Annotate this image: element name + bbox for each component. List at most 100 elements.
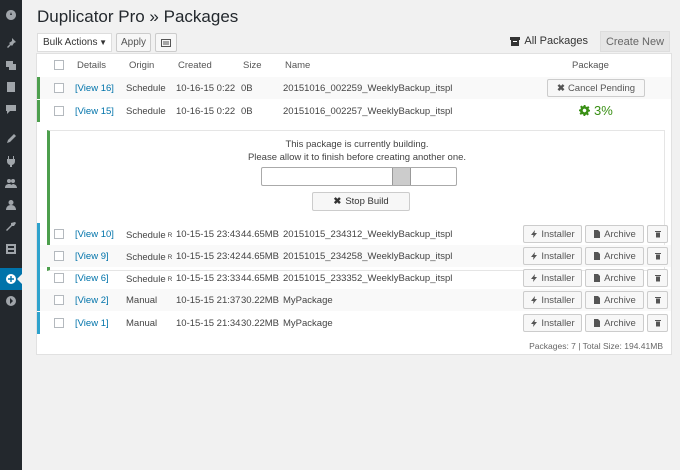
build-progress-indicator: 3% [579, 103, 613, 118]
trash-icon [654, 320, 661, 327]
users-icon[interactable] [4, 176, 18, 190]
view-details-link[interactable]: [View 6] [75, 267, 109, 289]
row-checkbox[interactable] [54, 318, 64, 328]
header-name[interactable]: Name [285, 54, 310, 76]
row-checkbox[interactable] [54, 229, 64, 239]
packages-table: Details Origin Created Size Name Package… [36, 53, 672, 355]
installer-button[interactable]: Installer [523, 291, 582, 309]
row-checkbox[interactable] [54, 83, 64, 93]
origin-label: Manual [126, 317, 158, 329]
installer-label: Installer [541, 228, 575, 240]
cancel-pending-button[interactable]: ✖ Cancel Pending [547, 79, 645, 97]
apply-button[interactable]: Apply [116, 33, 151, 52]
view-details-link[interactable]: [View 16] [75, 77, 114, 99]
header-created[interactable]: Created [178, 54, 212, 76]
recurring-marker: R [167, 275, 173, 283]
row-checkbox[interactable] [54, 106, 64, 116]
columns-button[interactable] [155, 33, 177, 52]
packages-summary: Packages: 7 | Total Size: 194.41MB [529, 341, 663, 351]
view-details-link[interactable]: [View 1] [75, 312, 109, 334]
archive-box-icon [510, 37, 521, 46]
row-checkbox[interactable] [54, 295, 64, 305]
build-progress-percent: 3% [594, 103, 613, 118]
all-packages-link[interactable]: All Packages [510, 35, 588, 47]
installer-label: Installer [541, 294, 575, 306]
table-row: [View 10] Schedule R 10-15-15 23:43 44.65… [37, 223, 671, 245]
bulk-actions-select[interactable]: Bulk Actions ▼ [37, 33, 112, 52]
size-cell: 0B [241, 105, 253, 117]
created-cell: 10-15-15 23:33 [176, 272, 241, 284]
row-checkbox[interactable] [54, 251, 64, 261]
table-row: [View 16] Schedule 10-16-15 0:22 0B 2015… [37, 77, 671, 99]
view-details-link[interactable]: [View 2] [75, 289, 109, 311]
row-checkbox[interactable] [54, 273, 64, 283]
size-cell: 44.65MB [241, 272, 280, 284]
settings-icon[interactable] [4, 242, 18, 256]
tools-icon[interactable] [4, 220, 18, 234]
origin-cell: Schedule R [126, 268, 172, 290]
installer-button[interactable]: Installer [523, 225, 582, 243]
header-size[interactable]: Size [243, 54, 261, 76]
archive-button[interactable]: Archive [585, 269, 644, 287]
name-cell: 20151015_234258_WeeklyBackup_itspl [283, 250, 453, 262]
installer-button[interactable]: Installer [523, 247, 582, 265]
archive-button[interactable]: Archive [585, 247, 644, 265]
installer-label: Installer [541, 317, 575, 329]
bolt-icon [531, 319, 538, 327]
pages-icon[interactable] [4, 80, 18, 94]
view-details-link[interactable]: [View 9] [75, 245, 109, 267]
origin-cell: Schedule R [126, 246, 172, 268]
all-packages-label: All Packages [524, 35, 588, 47]
plugins-icon[interactable] [4, 154, 18, 168]
cancel-pending-label: Cancel Pending [567, 82, 636, 94]
header-details[interactable]: Details [77, 54, 106, 76]
archive-button[interactable]: Archive [585, 314, 644, 332]
view-details-link[interactable]: [View 15] [75, 100, 114, 122]
delete-button[interactable] [647, 269, 668, 287]
archive-label: Archive [604, 317, 636, 329]
created-cell: 10-15-15 21:37 [176, 294, 241, 306]
user-icon[interactable] [4, 198, 18, 212]
archive-button[interactable]: Archive [585, 225, 644, 243]
archive-button[interactable]: Archive [585, 291, 644, 309]
delete-button[interactable] [647, 314, 668, 332]
media-icon[interactable] [4, 58, 18, 72]
duplicator-icon[interactable] [4, 272, 18, 286]
pin-icon[interactable] [4, 36, 18, 50]
comments-icon[interactable] [4, 102, 18, 116]
archive-label: Archive [604, 250, 636, 262]
building-message-line2: Please allow it to finish before creatin… [247, 152, 467, 163]
admin-sidebar [0, 0, 22, 470]
delete-button[interactable] [647, 247, 668, 265]
bulk-actions-label: Bulk Actions [43, 37, 98, 48]
delete-button[interactable] [647, 291, 668, 309]
select-all-checkbox[interactable] [54, 60, 64, 70]
close-icon: ✖ [556, 82, 565, 94]
dashboard-icon[interactable] [4, 8, 18, 22]
header-origin[interactable]: Origin [129, 54, 154, 76]
name-cell: MyPackage [283, 317, 333, 329]
created-cell: 10-15-15 23:43 [176, 228, 241, 240]
page-title: Duplicator Pro » Packages [37, 7, 239, 26]
table-icon [161, 38, 171, 47]
create-new-button[interactable]: Create New [600, 31, 670, 52]
stop-build-button[interactable]: ✖ Stop Build [312, 192, 410, 211]
file-zip-icon [594, 252, 601, 260]
collapse-menu-icon[interactable] [4, 294, 18, 308]
size-cell: 44.65MB [241, 250, 280, 262]
installer-button[interactable]: Installer [523, 314, 582, 332]
name-cell: 20151016_002257_WeeklyBackup_itspl [283, 105, 453, 117]
view-details-link[interactable]: [View 10] [75, 223, 114, 245]
trash-icon [654, 253, 661, 260]
table-row: [View 2] Manual 10-15-15 21:37 30.22MB M… [37, 289, 671, 311]
toolbar: Bulk Actions ▼ Apply All Packages Create… [37, 31, 670, 53]
appearance-icon[interactable] [4, 132, 18, 146]
installer-button[interactable]: Installer [523, 269, 582, 287]
bolt-icon [531, 230, 538, 238]
created-cell: 10-16-15 0:22 [176, 105, 236, 117]
gear-icon [579, 105, 590, 116]
delete-button[interactable] [647, 225, 668, 243]
trash-icon [654, 231, 661, 238]
recurring-marker: R [167, 231, 173, 239]
size-cell: 30.22MB [241, 317, 280, 329]
